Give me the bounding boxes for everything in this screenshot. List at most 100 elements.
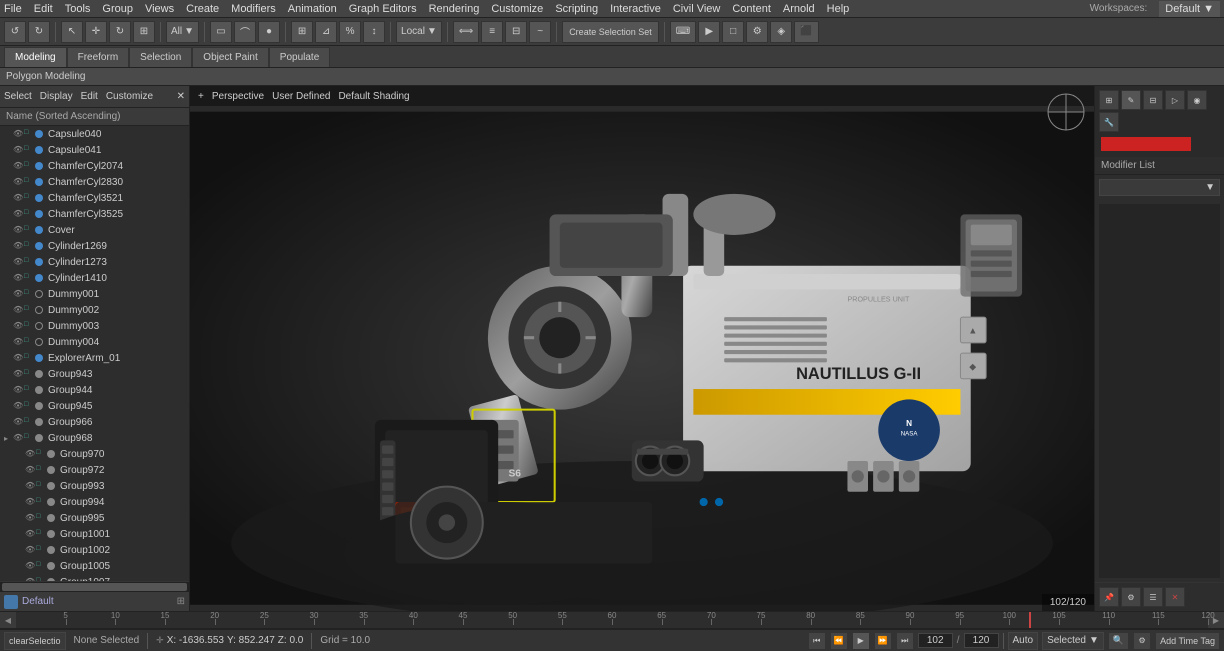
timeline-container[interactable]: 5101520253035404550556065707580859095100… <box>16 611 1208 629</box>
select-btn[interactable]: ↖ <box>61 21 83 43</box>
selection-filter-dropdown[interactable]: Selected ▼ <box>1042 632 1104 650</box>
mini-nav-btn[interactable]: ⚙ <box>1133 632 1151 650</box>
snaps-btn[interactable]: ⊞ <box>291 21 313 43</box>
scene-list-item[interactable]: 👁□Cylinder1410 <box>0 270 189 286</box>
menu-content[interactable]: Content <box>732 3 771 15</box>
render-view-btn[interactable]: ◈ <box>770 21 792 43</box>
render-settings-btn[interactable]: ⚙ <box>746 21 768 43</box>
scene-tab-select[interactable]: Select <box>4 91 32 102</box>
scene-list-item[interactable]: 👁□Cylinder1273 <box>0 254 189 270</box>
scene-list-item[interactable]: 👁□Capsule041 <box>0 142 189 158</box>
render-btn[interactable]: ▶ <box>698 21 720 43</box>
create-selection-set-btn[interactable]: Create Selection Set <box>562 21 659 43</box>
arnold-btn[interactable]: ⬛ <box>794 21 818 43</box>
config-modifier-btn[interactable]: ⚙ <box>1121 587 1141 607</box>
scene-list-item[interactable]: 👁□Capsule040 <box>0 126 189 142</box>
scene-list-item[interactable]: 👁□ChamferCyl3521 <box>0 190 189 206</box>
scene-list-item[interactable]: 👁□Group970 <box>0 446 189 462</box>
scene-close-btn[interactable]: ✕ <box>177 91 185 102</box>
scene-list-item[interactable]: 👁□Group995 <box>0 510 189 526</box>
modify-tab-btn[interactable]: ✎ <box>1121 90 1141 110</box>
tab-modeling[interactable]: Modeling <box>4 47 67 67</box>
transform-dropdown[interactable]: Local ▼ <box>396 21 442 43</box>
menu-file[interactable]: File <box>4 3 22 15</box>
tab-freeform[interactable]: Freeform <box>67 47 130 67</box>
tab-selection[interactable]: Selection <box>129 47 192 67</box>
curve-btn[interactable]: ~ <box>529 21 551 43</box>
create-tab-btn[interactable]: ⊞ <box>1099 90 1119 110</box>
scene-list-item[interactable]: 👁□ChamferCyl2074 <box>0 158 189 174</box>
tab-object-paint[interactable]: Object Paint <box>192 47 268 67</box>
scene-horizontal-scrollbar[interactable] <box>0 581 189 591</box>
scene-list-item[interactable]: 👁□Group943 <box>0 366 189 382</box>
lasso-btn[interactable]: ⌒ <box>234 21 256 43</box>
hscroll-thumb[interactable] <box>2 583 187 591</box>
scene-list-item[interactable]: 👁□Cylinder1269 <box>0 238 189 254</box>
prev-frame-btn[interactable]: ⏪ <box>830 632 848 650</box>
scene-list-item[interactable]: 👁□Dummy004 <box>0 334 189 350</box>
auto-key-dropdown[interactable]: Auto <box>1008 632 1039 650</box>
scene-list-item[interactable]: 👁□Dummy001 <box>0 286 189 302</box>
menu-arnold[interactable]: Arnold <box>783 3 815 15</box>
modifier-dropdown[interactable]: ▼ <box>1099 179 1220 196</box>
render-frame-btn[interactable]: □ <box>722 21 744 43</box>
scale-btn[interactable]: ⊞ <box>133 21 155 43</box>
tab-populate[interactable]: Populate <box>269 47 330 67</box>
undo-btn[interactable]: ↺ <box>4 21 26 43</box>
viewport-shading[interactable]: Default Shading <box>338 91 409 102</box>
scene-list-item[interactable]: 👁□ExplorerArm_01 <box>0 350 189 366</box>
scene-list-item[interactable]: 👁□Group1002 <box>0 542 189 558</box>
mode-dropdown[interactable]: All ▼ <box>166 21 199 43</box>
play-btn[interactable]: ▶ <box>852 632 870 650</box>
scene-list-item[interactable]: 👁□ChamferCyl3525 <box>0 206 189 222</box>
scene-list-item[interactable]: 👁□Cover <box>0 222 189 238</box>
utilities-tab-btn[interactable]: 🔧 <box>1099 112 1119 132</box>
motion-tab-btn[interactable]: ▷ <box>1165 90 1185 110</box>
menu-views[interactable]: Views <box>145 3 174 15</box>
menu-group[interactable]: Group <box>102 3 133 15</box>
scene-tab-customize[interactable]: Customize <box>106 91 153 102</box>
rotate-btn[interactable]: ↻ <box>109 21 131 43</box>
scene-list-item[interactable]: 👁□Dummy002 <box>0 302 189 318</box>
search-btn[interactable]: 🔍 <box>1108 632 1129 650</box>
color-swatch[interactable] <box>1101 137 1191 151</box>
move-btn[interactable]: ✛ <box>85 21 107 43</box>
scene-list-item[interactable]: 👁□Group1005 <box>0 558 189 574</box>
delete-modifier-btn[interactable]: ✕ <box>1165 587 1185 607</box>
menu-help[interactable]: Help <box>827 3 850 15</box>
layer-btn[interactable]: ⊟ <box>505 21 527 43</box>
skip-end-btn[interactable]: ⏭ <box>896 632 914 650</box>
viewport-panel[interactable]: + Perspective User Defined Default Shadi… <box>190 86 1094 611</box>
menu-edit[interactable]: Edit <box>34 3 53 15</box>
menu-animation[interactable]: Animation <box>288 3 337 15</box>
scene-object-list[interactable]: 👁□Capsule040👁□Capsule041👁□ChamferCyl2074… <box>0 126 189 581</box>
menu-rendering[interactable]: Rendering <box>429 3 480 15</box>
viewport-plus[interactable]: + <box>198 91 204 102</box>
timeline-left-nav[interactable]: ◀ <box>0 611 16 629</box>
next-frame-btn[interactable]: ⏩ <box>874 632 892 650</box>
mirror-btn[interactable]: ⟺ <box>453 21 479 43</box>
scene-tab-edit[interactable]: Edit <box>81 91 98 102</box>
scene-list-item[interactable]: 👁□Group1007 <box>0 574 189 581</box>
menu-interactive[interactable]: Interactive <box>610 3 661 15</box>
workspaces-dropdown[interactable]: Default ▼ <box>1159 1 1220 17</box>
spinner-snap-btn[interactable]: ↕ <box>363 21 385 43</box>
display-tab-btn[interactable]: ◉ <box>1187 90 1207 110</box>
menu-graph-editors[interactable]: Graph Editors <box>349 3 417 15</box>
select-region-btn[interactable]: ▭ <box>210 21 232 43</box>
paint-btn[interactable]: ● <box>258 21 280 43</box>
scene-list-item[interactable]: 👁□Group1001 <box>0 526 189 542</box>
current-frame-input[interactable]: 102 <box>918 633 953 648</box>
hierarchy-tab-btn[interactable]: ⊟ <box>1143 90 1163 110</box>
menu-customize[interactable]: Customize <box>491 3 543 15</box>
viewport-type[interactable]: Perspective <box>212 91 264 102</box>
pin-stack-btn[interactable]: 📌 <box>1099 587 1119 607</box>
scene-list-item[interactable]: ▸👁□Group968 <box>0 430 189 446</box>
scene-layers-btn[interactable]: ⊞ <box>177 596 185 607</box>
clear-selection-btn[interactable]: clearSelectio <box>4 632 66 650</box>
scene-list-item[interactable]: 👁□ChamferCyl2830 <box>0 174 189 190</box>
viewport-view[interactable]: User Defined <box>272 91 330 102</box>
view-mode-btn[interactable]: ☰ <box>1143 587 1163 607</box>
skip-start-btn[interactable]: ⏮ <box>808 632 826 650</box>
total-frames-input[interactable]: 120 <box>964 633 999 648</box>
